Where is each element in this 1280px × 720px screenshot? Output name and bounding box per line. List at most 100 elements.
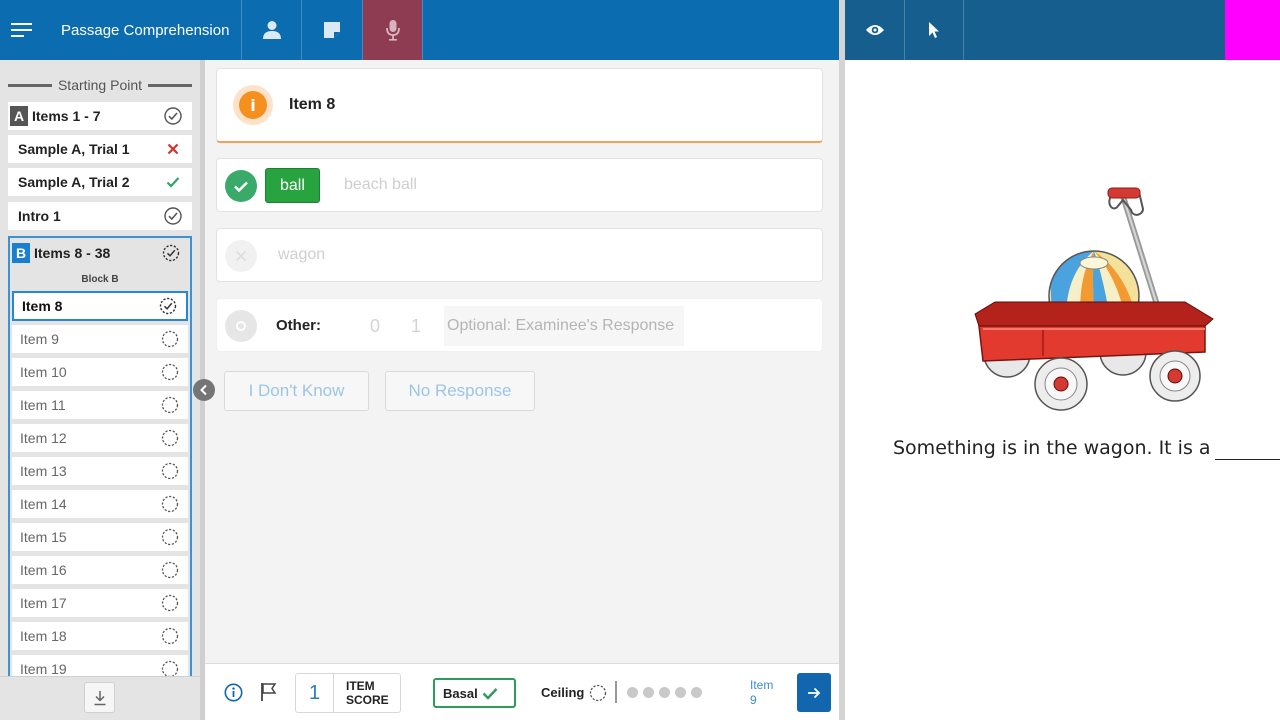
sidebar-item-item-11[interactable]: Item 11 (12, 391, 188, 419)
not-started-icon (160, 659, 180, 676)
arrow-right-icon (808, 687, 821, 698)
correct-answer-row[interactable]: ball beach ball (216, 158, 823, 212)
flag-button[interactable] (260, 682, 278, 707)
sidebar-item-item-15[interactable]: Item 15 (12, 523, 188, 551)
sidebar-item-label: Item 13 (20, 463, 67, 479)
next-item-label: Item 9 (750, 678, 774, 707)
sidebar-item-item-16[interactable]: Item 16 (12, 556, 188, 584)
not-started-icon (160, 362, 180, 382)
sidebar-item-item-14[interactable]: Item 14 (12, 490, 188, 518)
examinee-icon (262, 21, 281, 39)
sidebar-item-label: Item 9 (20, 331, 59, 347)
sidebar-item-label: Item 15 (20, 529, 67, 545)
block-b-label: Items 8 - 38 (34, 245, 111, 261)
sidebar-footer (0, 676, 200, 720)
complete-check-icon (163, 206, 183, 226)
starting-point-header: Starting Point (8, 74, 192, 96)
other-radio-icon[interactable] (225, 310, 257, 342)
not-started-icon (160, 428, 180, 448)
ceiling-progress-dot (691, 687, 702, 698)
answer-wagon[interactable]: wagon (278, 246, 325, 264)
ceiling-status: Ceiling (541, 685, 584, 700)
other-score-0-button[interactable]: 0 (370, 316, 380, 337)
chevron-left-icon (200, 384, 207, 396)
in-progress-icon (161, 243, 181, 263)
sidebar-item-label: Item 8 (22, 298, 63, 314)
answer-blank (1214, 437, 1280, 460)
sidebar-item-item-12[interactable]: Item 12 (12, 424, 188, 452)
not-started-icon (160, 329, 180, 349)
sidebar-item-sample-a-trial-1[interactable]: Sample A, Trial 1 (8, 135, 192, 163)
sidebar-item-item-18[interactable]: Item 18 (12, 622, 188, 650)
sidebar-item-label: Item 16 (20, 562, 67, 578)
in-progress-icon (158, 296, 178, 316)
not-started-icon (160, 461, 180, 481)
info-icon (224, 683, 243, 702)
sidebar-item-label: Item 11 (20, 397, 66, 413)
dont-know-button[interactable]: I Don't Know (224, 371, 369, 411)
starting-point-label: Starting Point (57, 77, 143, 93)
incorrect-x-icon (225, 240, 257, 272)
separator (615, 681, 617, 703)
item-title: Item 8 (289, 96, 336, 113)
answer-ball-chip[interactable]: ball (265, 168, 320, 203)
sidebar-item-sample-a-trial-2[interactable]: Sample A, Trial 2 (8, 168, 192, 196)
stimulus-sentence: Something is in the wagon. It is a (893, 437, 1280, 460)
menu-button[interactable] (0, 0, 44, 60)
pointer-button[interactable] (905, 0, 963, 60)
examinee-button[interactable] (242, 0, 301, 60)
item-panel (205, 60, 839, 663)
sidebar-item-item-13[interactable]: Item 13 (12, 457, 188, 485)
item-score-label-line-1: ITEM (346, 679, 375, 693)
sidebar-item-label: Item 10 (20, 364, 67, 380)
notes-button[interactable] (302, 0, 362, 60)
examinee-response-input[interactable] (444, 306, 684, 346)
block-a-row[interactable]: A Items 1 - 7 (8, 102, 192, 130)
sidebar-item-item-17[interactable]: Item 17 (12, 589, 188, 617)
top-toolbar: Passage Comprehension (0, 0, 839, 60)
corner-marker (1225, 0, 1280, 60)
item-navigation-sidebar: Starting Point A Items 1 - 7 Sample A, T… (0, 60, 200, 676)
answer-beach-ball[interactable]: beach ball (344, 176, 417, 194)
incorrect-x-icon (163, 139, 183, 159)
not-started-icon (160, 560, 180, 580)
microphone-button[interactable] (363, 0, 422, 60)
hamburger-menu-icon (11, 23, 32, 37)
bottom-status-bar: 1 ITEM SCORE Basal Ceiling Item 9 (205, 663, 839, 720)
sidebar-item-item-8[interactable]: Item 8 (12, 291, 188, 321)
block-b-group: B Items 8 - 38 Block B Item 8 Item 9 Ite… (8, 236, 192, 676)
ceiling-progress-dot (643, 687, 654, 698)
flag-icon (261, 683, 277, 701)
correct-check-icon (225, 170, 257, 202)
other-score-1-button[interactable]: 1 (411, 316, 421, 337)
sidebar-item-item-10[interactable]: Item 10 (12, 358, 188, 386)
not-started-icon (160, 527, 180, 547)
download-icon (94, 690, 105, 705)
no-response-button[interactable]: No Response (385, 371, 535, 411)
not-started-icon (160, 395, 180, 415)
info-button[interactable] (224, 683, 243, 707)
stimulus-toolbar (845, 0, 1280, 60)
sidebar-item-label: Intro 1 (18, 208, 61, 224)
item-info-button[interactable]: i (233, 85, 273, 125)
sidebar-item-label: Item 17 (20, 595, 67, 611)
not-started-icon (160, 494, 180, 514)
collapse-sidebar-button[interactable] (193, 379, 215, 401)
sidebar-item-label: Sample A, Trial 1 (18, 141, 130, 157)
incorrect-answer-row[interactable]: wagon (216, 228, 823, 282)
stimulus-panel: Something is in the wagon. It is a (845, 60, 1280, 720)
sidebar-item-intro-1[interactable]: Intro 1 (8, 202, 192, 230)
block-b-row[interactable]: B Items 8 - 38 (10, 238, 190, 268)
sidebar-item-label: Item 14 (20, 496, 67, 512)
complete-check-icon (163, 106, 183, 126)
sidebar-item-item-19[interactable]: Item 19 (12, 655, 188, 676)
eye-icon (865, 25, 884, 35)
item-header-card: i Item 8 (216, 68, 823, 143)
next-item-button[interactable] (797, 673, 831, 712)
block-a-label: Items 1 - 7 (32, 108, 101, 124)
pointer-icon (929, 22, 939, 38)
sidebar-item-item-9[interactable]: Item 9 (12, 325, 188, 353)
view-button[interactable] (845, 0, 904, 60)
notes-icon (324, 22, 340, 38)
download-button[interactable] (84, 682, 115, 713)
